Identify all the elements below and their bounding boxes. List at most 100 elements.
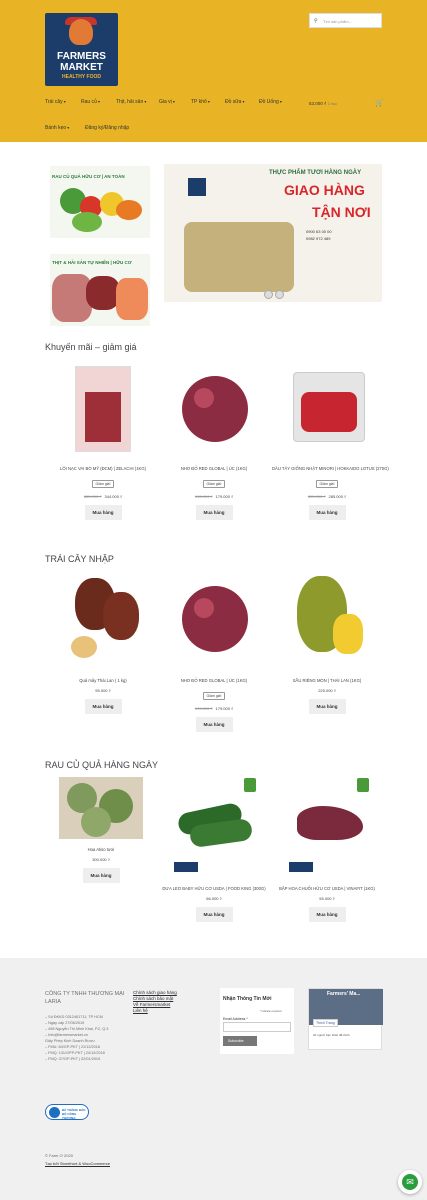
product-card[interactable]: DƯA LEO BABY HỮU CƠ USDA | FOOD KING (30… bbox=[159, 778, 269, 922]
product-price: 95.000 ₫ bbox=[48, 688, 158, 693]
product-image[interactable] bbox=[174, 362, 254, 452]
product-name[interactable]: DƯA LEO BABY HỮU CƠ USDA | FOOD KING (30… bbox=[159, 886, 269, 892]
subscribe-button[interactable]: Subscribe bbox=[223, 1036, 257, 1046]
product-price: 55.000 ₫ bbox=[272, 896, 382, 901]
side-banner-meat-seafood[interactable]: THỊT & HẢI SẢN TỰ NHIÊN | HỮU CƠ bbox=[50, 254, 150, 326]
current-price: 285.000 ₫ bbox=[328, 494, 347, 499]
cart-count: 1 mục bbox=[327, 102, 338, 106]
product-name[interactable]: LÕI NẠC VAI BÒ MỸ (ĐCM) | ZELACHI (1KG) bbox=[48, 466, 158, 472]
email-field[interactable] bbox=[223, 1022, 291, 1032]
sale-badge: Giảm giá! bbox=[202, 480, 226, 488]
old-price: 385.000 ₫ bbox=[83, 494, 102, 499]
brand-logo bbox=[289, 862, 313, 872]
product-card[interactable]: LÕI NẠC VAI BÒ MỸ (ĐCM) | ZELACHI (1KG) … bbox=[48, 362, 158, 520]
buy-button[interactable]: Mua hàng bbox=[84, 699, 122, 714]
old-price: 305.000 ₫ bbox=[307, 494, 326, 499]
buy-button[interactable]: Mua hàng bbox=[195, 717, 233, 732]
product-name[interactable]: SẦU RIÊNG MON | THÁI LAN (1KG) bbox=[272, 678, 382, 684]
product-card[interactable]: SẦU RIÊNG MON | THÁI LAN (1KG) 225.000 ₫… bbox=[272, 572, 382, 714]
buy-button[interactable]: Mua hàng bbox=[195, 505, 233, 520]
current-price: 225.000 ₫ bbox=[318, 688, 336, 693]
product-image[interactable] bbox=[287, 572, 367, 662]
search-input[interactable]: ⚲ Tìm sản phẩm… bbox=[309, 13, 382, 28]
old-price: 195.000 ₫ bbox=[194, 706, 213, 711]
current-price: 66.000 ₫ bbox=[206, 896, 222, 901]
hero-banner[interactable]: THỰC PHẨM TƯƠI HÀNG NGÀY GIAO HÀNG TẬN N… bbox=[164, 164, 382, 302]
product-name[interactable]: Quả mây Thái Lan ( 1 kg) bbox=[48, 678, 158, 684]
messenger-chat-button[interactable]: ✉ bbox=[398, 1170, 422, 1194]
banner-pagination bbox=[264, 286, 286, 302]
buy-button[interactable]: Mua hàng bbox=[82, 868, 120, 883]
banner-tagline: THỰC PHẨM TƯƠI HÀNG NGÀY bbox=[269, 170, 362, 176]
section-title-sale: Khuyến mãi – giảm giá bbox=[45, 342, 137, 352]
brand-logo bbox=[174, 862, 198, 872]
product-image[interactable] bbox=[63, 362, 143, 452]
nav-item-banh-keo[interactable]: Bánh kẹo bbox=[45, 125, 69, 131]
ministry-registered-badge[interactable]: ĐÃ THÔNG BÁO BỘ CÔNG THƯƠNG bbox=[45, 1104, 89, 1120]
product-card[interactable]: BẮP HOA CHUỐI HỮU CƠ USDA | VINAFIT (1KG… bbox=[272, 778, 382, 922]
product-card[interactable]: Quả mây Thái Lan ( 1 kg) 95.000 ₫ Mua hà… bbox=[48, 572, 158, 714]
newsletter-widget: Nhận Thông Tin Mới * indicates required … bbox=[220, 988, 294, 1054]
product-image[interactable] bbox=[287, 778, 369, 872]
product-image[interactable] bbox=[63, 572, 143, 662]
footer-links: Chính sách giao hàng Chính sách bảo mật … bbox=[133, 990, 177, 1014]
sale-badge: Giảm giá! bbox=[315, 480, 339, 488]
banner-phone-2: 0982 972 489 bbox=[306, 236, 331, 241]
nav-item-tp-kho[interactable]: TP khô bbox=[191, 99, 210, 105]
product-name[interactable]: DÂU TÂY GIỐNG NHẬT MINORI | HOKKAIDO LOT… bbox=[272, 466, 389, 472]
banner-dot-1[interactable] bbox=[264, 290, 273, 299]
facebook-page-name[interactable]: Farmers' Ma... bbox=[327, 991, 360, 997]
sale-badge: Giảm giá! bbox=[202, 692, 226, 700]
theme-credit-link[interactable]: Tạo bởi Storefront & WooCommerce bbox=[45, 1161, 110, 1166]
steak-graphic bbox=[86, 276, 120, 310]
nav-item-thit-hai-san[interactable]: Thịt, hải sản bbox=[116, 99, 146, 105]
copyright-text: © Farm Ơ 2020 bbox=[45, 1153, 73, 1158]
product-name[interactable]: BẮP HOA CHUỐI HỮU CƠ USDA | VINAFIT (1KG… bbox=[272, 886, 382, 892]
search-placeholder: Tìm sản phẩm… bbox=[323, 19, 353, 24]
nav-item-rau-cu[interactable]: Rau củ bbox=[81, 99, 100, 105]
facebook-page-widget[interactable]: Farmers' Ma... Thích Trang 20 người bạn … bbox=[308, 988, 383, 1050]
banner-phone-1: 0900 63 00 00 bbox=[306, 229, 332, 234]
old-price: 195.000 ₫ bbox=[194, 494, 213, 499]
buy-button[interactable]: Mua hàng bbox=[84, 505, 122, 520]
product-name[interactable]: Hoa Atiso tươi bbox=[46, 847, 156, 853]
buy-button[interactable]: Mua hàng bbox=[308, 505, 346, 520]
lettuce-graphic bbox=[72, 212, 102, 232]
product-name[interactable]: NHO ĐỎ RED GLOBAL | ÚC (1KG) bbox=[159, 678, 269, 684]
copyright: © Farm Ơ 2020 Tạo bởi Storefront & WooCo… bbox=[45, 1152, 110, 1168]
facebook-like-button[interactable]: Thích Trang bbox=[313, 1019, 338, 1027]
nav-item-do-sua[interactable]: Đồ sữa bbox=[225, 99, 245, 105]
usda-organic-icon bbox=[357, 778, 369, 792]
product-image[interactable] bbox=[59, 777, 143, 839]
grocery-basket-graphic bbox=[184, 222, 294, 292]
buy-button[interactable]: Mua hàng bbox=[308, 699, 346, 714]
nav-item-do-uong[interactable]: Đồ Uống bbox=[259, 99, 282, 105]
footer-link-contact[interactable]: Liên hệ bbox=[133, 1008, 177, 1014]
usda-organic-icon bbox=[244, 778, 256, 792]
site-logo[interactable]: FARMERS MARKET HEALTHY FOOD bbox=[45, 13, 118, 86]
buy-button[interactable]: Mua hàng bbox=[195, 907, 233, 922]
product-card[interactable]: Hoa Atiso tươi 300.000 ₫ Mua hàng bbox=[46, 777, 156, 883]
facebook-friends-note: 20 người bạn khác đã thích bbox=[313, 1033, 350, 1037]
section-title-daily-veg: RAU CỦ QUẢ HÀNG NGÀY bbox=[45, 760, 159, 770]
product-image[interactable] bbox=[174, 572, 254, 662]
nav-item-trai-cay[interactable]: Trái cây bbox=[45, 99, 66, 105]
product-card[interactable]: DÂU TÂY GIỐNG NHẬT MINORI | HOKKAIDO LOT… bbox=[272, 362, 389, 520]
product-image[interactable] bbox=[174, 778, 256, 872]
cart-summary[interactable]: 53.000 ₫ 1 mục bbox=[309, 101, 337, 106]
product-image[interactable] bbox=[287, 362, 367, 452]
nav-item-login[interactable]: Đăng ký/Đăng nhập bbox=[85, 125, 129, 131]
nav-item-gia-vi[interactable]: Gia vị bbox=[159, 99, 175, 105]
buy-button[interactable]: Mua hàng bbox=[308, 907, 346, 922]
logo-text-1: FARMERS bbox=[57, 51, 106, 62]
site-header: FARMERS MARKET HEALTHY FOOD ⚲ Tìm sản ph… bbox=[0, 0, 427, 142]
product-price: 195.000 ₫ 179.000 ₫ bbox=[159, 706, 269, 711]
banner-dot-2[interactable] bbox=[275, 290, 284, 299]
product-name[interactable]: NHO ĐỎ RED GLOBAL | ÚC (1KG) bbox=[159, 466, 269, 472]
product-price: 66.000 ₫ bbox=[159, 896, 269, 901]
product-card[interactable]: NHO ĐỎ RED GLOBAL | ÚC (1KG) Giảm giá! 1… bbox=[159, 362, 269, 520]
cart-icon[interactable]: 🛒 bbox=[375, 99, 384, 107]
side-banner-organic-veg[interactable]: RAU CỦ QUẢ HỮU CƠ | AN TOÀN bbox=[50, 166, 150, 238]
product-card[interactable]: NHO ĐỎ RED GLOBAL | ÚC (1KG) Giảm giá! 1… bbox=[159, 572, 269, 732]
company-name: CÔNG TY TNHH THƯƠNG MẠI LARIA bbox=[45, 991, 125, 1005]
